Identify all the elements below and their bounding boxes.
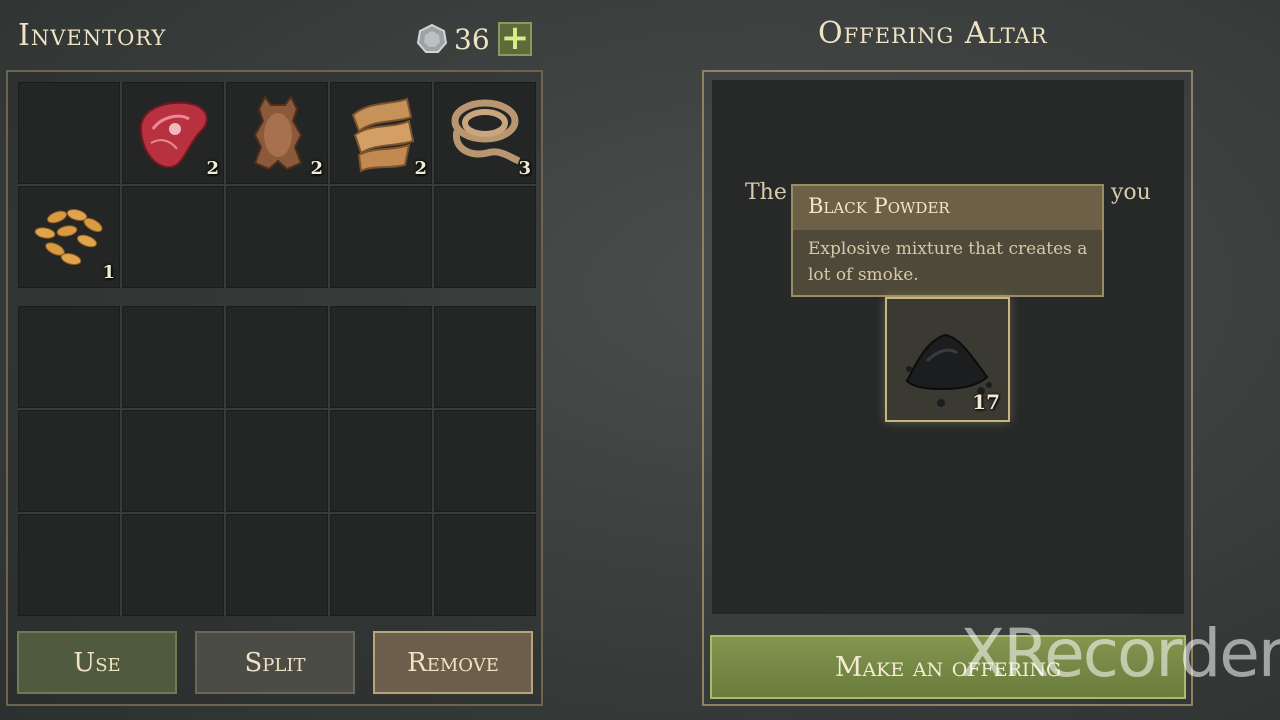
inventory-slot-empty[interactable]: [434, 410, 536, 512]
raw-meat-icon: [139, 101, 208, 169]
inventory-title: Inventory: [18, 18, 167, 53]
inventory-slot-empty[interactable]: [122, 410, 224, 512]
inventory-slot-empty[interactable]: [330, 514, 432, 616]
inventory-slot-empty[interactable]: [18, 82, 120, 184]
item-quantity: 3: [518, 158, 531, 179]
inventory-slot-empty[interactable]: [18, 410, 120, 512]
offering-slot[interactable]: 17: [885, 297, 1010, 422]
altar-text-right: you: [1111, 180, 1151, 205]
inventory-grid: 2 2 2 3 1: [18, 82, 536, 288]
rope-icon: [451, 99, 521, 165]
inventory-slot-empty[interactable]: [122, 306, 224, 408]
tooltip-title: Black Powder: [793, 186, 1102, 230]
inventory-slot-empty[interactable]: [226, 514, 328, 616]
inventory-slot-empty[interactable]: [122, 514, 224, 616]
inventory-slot-cloth[interactable]: 2: [330, 82, 432, 184]
item-tooltip: Black Powder Explosive mixture that crea…: [791, 184, 1104, 297]
inventory-slot-empty[interactable]: [18, 306, 120, 408]
use-button[interactable]: Use: [17, 631, 177, 694]
item-quantity: 2: [206, 158, 219, 179]
seeds-icon: [34, 209, 103, 265]
inventory-slot-rope[interactable]: 3: [434, 82, 536, 184]
tooltip-description: Explosive mixture that creates a lot of …: [808, 239, 1088, 285]
inventory-grid-extra: [18, 306, 536, 616]
inventory-slot-empty[interactable]: [226, 410, 328, 512]
inventory-slot-empty[interactable]: [226, 186, 328, 288]
silver-coin-icon: [416, 23, 448, 53]
currency-count: 36: [454, 22, 490, 56]
recorder-watermark: XRecorder: [960, 615, 1280, 692]
inventory-slot-empty[interactable]: [330, 410, 432, 512]
inventory-slot-seeds[interactable]: 1: [18, 186, 120, 288]
item-quantity: 2: [414, 158, 427, 179]
split-button[interactable]: Split: [195, 631, 355, 694]
altar-text-left: The: [745, 180, 787, 205]
inventory-slot-meat[interactable]: 2: [122, 82, 224, 184]
animal-hide-icon: [253, 95, 303, 171]
add-currency-button[interactable]: +: [498, 21, 532, 56]
altar-title: Offering Altar: [818, 16, 1048, 51]
inventory-slot-empty[interactable]: [330, 306, 432, 408]
inventory-slot-empty[interactable]: [330, 186, 432, 288]
inventory-slot-empty[interactable]: [18, 514, 120, 616]
inventory-slot-empty[interactable]: [434, 186, 536, 288]
inventory-slot-empty[interactable]: [434, 514, 536, 616]
remove-button[interactable]: Remove: [373, 631, 533, 694]
item-quantity: 17: [972, 390, 1000, 414]
inventory-slot-empty[interactable]: [434, 306, 536, 408]
currency-display: 36 +: [416, 21, 532, 56]
cloth-roll-icon: [351, 97, 415, 173]
item-quantity: 1: [102, 262, 115, 283]
item-quantity: 2: [310, 158, 323, 179]
inventory-slot-hide[interactable]: 2: [226, 82, 328, 184]
inventory-slot-empty[interactable]: [122, 186, 224, 288]
inventory-slot-empty[interactable]: [226, 306, 328, 408]
